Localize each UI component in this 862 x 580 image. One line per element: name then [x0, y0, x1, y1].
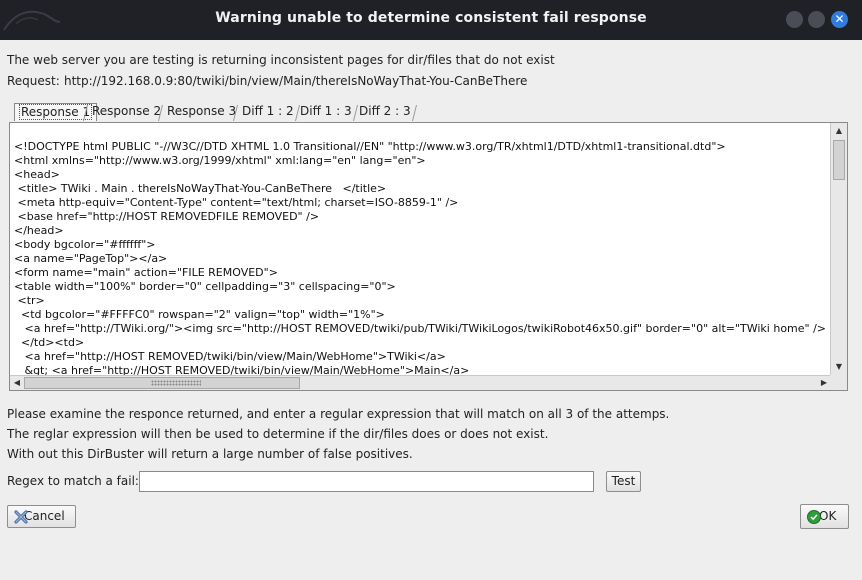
cancel-label: Cancel: [24, 509, 65, 523]
response-line: <td bgcolor="#FFFFC0" rowspan="2" valign…: [14, 308, 385, 321]
instruction-line-1: Please examine the responce returned, an…: [7, 407, 670, 421]
cancel-button[interactable]: Cancel: [7, 505, 76, 528]
request-label: Request:: [7, 74, 60, 88]
scroll-right-icon[interactable]: ▶: [817, 376, 831, 390]
horizontal-scroll-thumb[interactable]: [24, 377, 300, 389]
scroll-left-icon[interactable]: ◀: [10, 376, 24, 390]
tab-diff-2-3[interactable]: Diff 2 : 3: [355, 103, 415, 121]
window-title: Warning unable to determine consistent f…: [215, 10, 647, 26]
response-line: <body bgcolor="#ffffff">: [14, 238, 156, 251]
response-line: <!DOCTYPE html PUBLIC "-//W3C//DTD XHTML…: [14, 140, 726, 153]
horizontal-scrollbar[interactable]: ◀ ▶: [10, 375, 831, 390]
scroll-up-icon[interactable]: ▲: [831, 123, 847, 139]
response-line: <a href="http://TWiki.org/"><img src="ht…: [14, 322, 827, 335]
response-line: <base href="http://HOST REMOVEDFILE REMO…: [14, 210, 320, 223]
vertical-scroll-thumb[interactable]: [833, 140, 845, 180]
scroll-down-icon[interactable]: ▼: [831, 359, 847, 375]
instruction-line-2: The reglar expression will then be used …: [7, 427, 549, 441]
maximize-button[interactable]: [808, 11, 825, 28]
response-line: <title> TWiki . Main . thereIsNoWayThat-…: [14, 182, 387, 195]
response-line: <a name="PageTop"></a>: [14, 252, 168, 265]
window-titlebar[interactable]: Warning unable to determine consistent f…: [0, 0, 862, 40]
scroll-grip: [151, 380, 201, 386]
response-source-text[interactable]: <!DOCTYPE html PUBLIC "-//W3C//DTD XHTML…: [14, 140, 831, 375]
response-line: <form name="main" action="FILE REMOVED">: [14, 266, 278, 279]
request-url: http://192.168.0.9:80/twiki/bin/view/Mai…: [64, 74, 528, 88]
ok-button[interactable]: OK: [800, 504, 849, 529]
response-line: <head>: [14, 168, 60, 181]
response-line: <html xmlns="http://www.w3.org/1999/xhtm…: [14, 154, 426, 167]
instruction-line-3: With out this DirBuster will return a la…: [7, 447, 413, 461]
regex-label: Regex to match a fail:: [7, 474, 139, 488]
warning-message: The web server you are testing is return…: [7, 53, 555, 67]
vertical-scrollbar[interactable]: ▲ ▼: [830, 123, 847, 375]
response-line: <tr>: [14, 294, 45, 307]
response-line: <table width="100%" border="0" cellpaddi…: [14, 280, 396, 293]
response-viewer[interactable]: <!DOCTYPE html PUBLIC "-//W3C//DTD XHTML…: [9, 122, 848, 391]
tab-diff-1-2[interactable]: Diff 1 : 2: [238, 103, 298, 121]
close-button[interactable]: ✕: [831, 11, 848, 28]
ok-label: OK: [819, 509, 837, 523]
response-line: </td><td>: [14, 336, 85, 349]
scroll-corner: [830, 375, 847, 390]
regex-input[interactable]: [139, 471, 594, 492]
tab-diff-1-3[interactable]: Diff 1 : 3: [296, 103, 356, 121]
minimize-button[interactable]: [786, 11, 803, 28]
response-line: </head>: [14, 224, 64, 237]
cancel-icon: [14, 510, 28, 524]
checkmark-icon: [807, 510, 821, 524]
response-line: &gt; <a href="http://HOST REMOVED/twiki/…: [14, 364, 470, 375]
response-line: <meta http-equiv="Content-Type" content=…: [14, 196, 459, 209]
response-line: <a href="http://HOST REMOVED/twiki/bin/v…: [14, 350, 446, 363]
test-button[interactable]: Test: [606, 471, 641, 492]
